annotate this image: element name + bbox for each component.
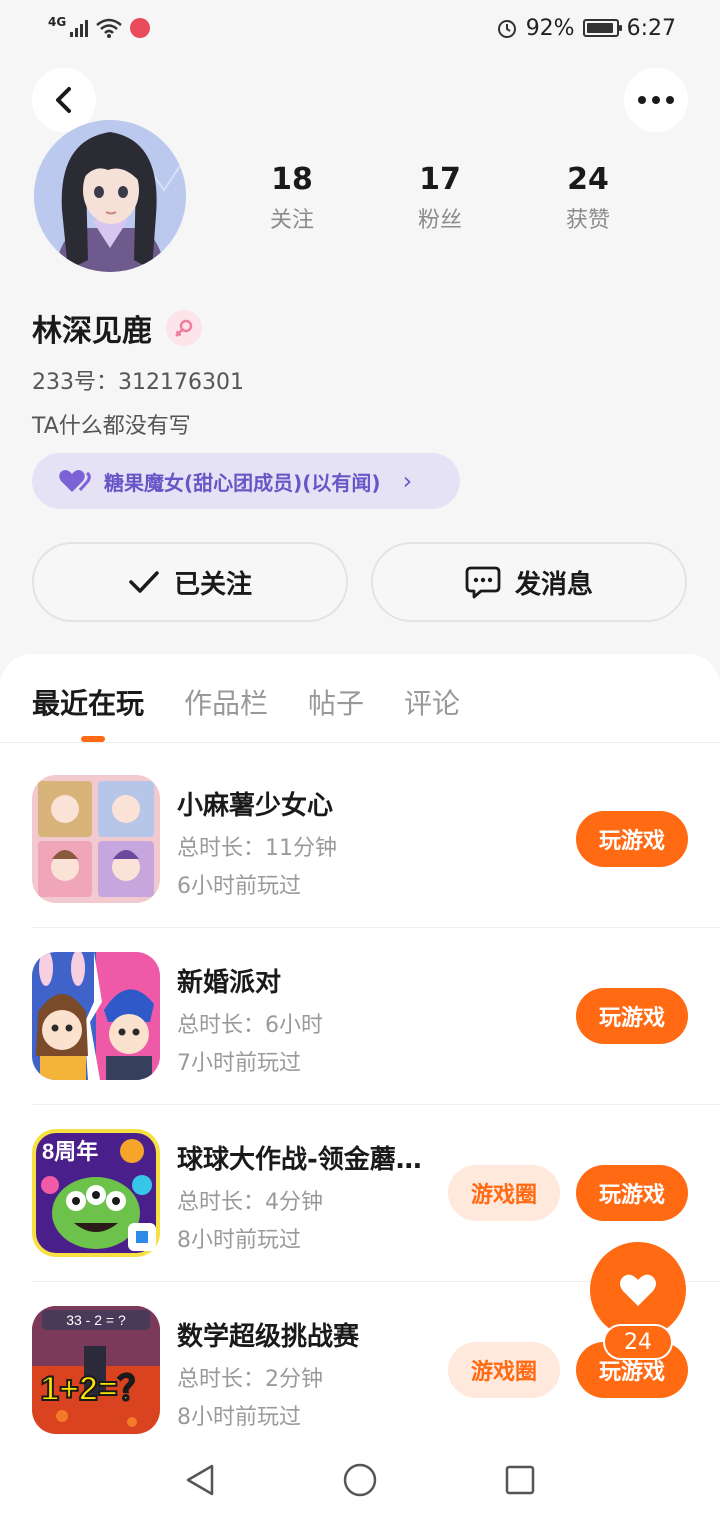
game-icon: 33 - 2 = ? 1+2=？ <box>32 1306 160 1434</box>
stat-value: 24 <box>567 162 609 197</box>
game-last-played: 6小时前玩过 <box>177 874 301 899</box>
triangle-back-icon <box>186 1464 214 1496</box>
back-button[interactable] <box>32 68 96 132</box>
game-icon <box>32 952 160 1080</box>
alarm-icon <box>497 20 516 38</box>
fan-badge-pill[interactable]: 糖果魔女(甜心团成员)(以有闻) › <box>32 453 460 509</box>
username: 林深见鹿 <box>32 314 152 349</box>
profile-tabs: 最近在玩 作品栏 帖子 评论 <box>32 682 460 722</box>
stat-label: 粉丝 <box>417 208 462 233</box>
game-last-played: 7小时前玩过 <box>177 1051 301 1076</box>
tab-works[interactable]: 作品栏 <box>184 682 268 722</box>
chevron-right-icon: › <box>402 467 413 495</box>
profile-stats: 18 关注 17 粉丝 24 获赞 <box>218 160 662 234</box>
game-icon: 8周年 <box>32 1129 160 1257</box>
avatar[interactable] <box>34 120 186 272</box>
list-item[interactable]: 小麻薯少女心 总时长：11分钟 6小时前玩过 玩游戏 <box>32 775 688 903</box>
heart-icon <box>620 1274 656 1306</box>
game-title: 球球大作战-领金蘑… <box>177 1145 422 1175</box>
status-left: 4G <box>48 15 151 38</box>
followed-label: 已关注 <box>173 569 252 600</box>
stat-label: 获赞 <box>565 208 610 233</box>
game-title: 数学超级挑战赛 <box>177 1322 360 1352</box>
game-circle-button[interactable]: 游戏圈 <box>448 1165 560 1221</box>
divider <box>32 1104 720 1105</box>
stat-likes[interactable]: 24 获赞 <box>514 160 662 234</box>
username-row: 林深见鹿 <box>32 306 202 350</box>
status-right: 92% 6:27 <box>496 16 676 41</box>
fan-badge-text: 糖果魔女(甜心团成员)(以有闻) <box>104 470 381 495</box>
stat-followers[interactable]: 17 粉丝 <box>366 160 514 234</box>
tab-comments[interactable]: 评论 <box>404 682 460 722</box>
game-last-played: 8小时前玩过 <box>177 1405 301 1430</box>
play-game-button[interactable]: 玩游戏 <box>576 811 688 867</box>
app-notification-icon <box>130 18 151 38</box>
game-title: 小麻薯少女心 <box>177 791 334 821</box>
battery-icon <box>582 19 622 37</box>
avatar-illustration <box>34 120 186 272</box>
message-label: 发消息 <box>514 569 593 600</box>
game-circle-button[interactable]: 游戏圈 <box>448 1342 560 1398</box>
tab-posts[interactable]: 帖子 <box>308 682 364 722</box>
more-icon <box>638 96 674 104</box>
game-icon-text: 8周年 <box>42 1139 98 1164</box>
double-heart-icon <box>59 470 91 492</box>
chat-bubble-icon <box>465 566 501 599</box>
stat-value: 17 <box>419 162 461 197</box>
tab-recently-played[interactable]: 最近在玩 <box>32 682 144 722</box>
more-button[interactable] <box>624 68 688 132</box>
game-icon-text-top: 33 - 2 = ? <box>66 1312 126 1328</box>
game-last-played: 8小时前玩过 <box>177 1228 301 1253</box>
like-count-badge: 24 <box>603 1324 673 1360</box>
stat-value: 18 <box>271 162 313 197</box>
stat-label: 关注 <box>269 208 314 233</box>
list-item[interactable]: 新婚派对 总时长：6小时 7小时前玩过 玩游戏 <box>32 952 688 1080</box>
play-game-button[interactable]: 玩游戏 <box>576 1165 688 1221</box>
game-duration: 总时长：6小时 <box>177 1013 323 1038</box>
followed-button[interactable]: 已关注 <box>32 542 348 622</box>
game-duration: 总时长：2分钟 <box>177 1367 323 1392</box>
divider <box>0 742 720 743</box>
game-icon-text-main: 1+2=？ <box>40 1370 152 1408</box>
chevron-left-icon <box>56 87 71 113</box>
circle-home-icon <box>343 1463 377 1497</box>
play-game-button[interactable]: 玩游戏 <box>576 988 688 1044</box>
stat-following[interactable]: 18 关注 <box>218 160 366 234</box>
nav-recents-button[interactable] <box>480 1450 560 1510</box>
nav-back-button[interactable] <box>160 1450 240 1510</box>
game-title: 新婚派对 <box>177 968 282 998</box>
message-button[interactable]: 发消息 <box>371 542 687 622</box>
signal-icon <box>70 19 89 37</box>
list-item[interactable]: 33 - 2 = ? 1+2=？ 数学超级挑战赛 总时长：2分钟 8小时前玩过 … <box>32 1306 688 1434</box>
network-type: 4G <box>48 15 67 29</box>
clock: 6:27 <box>626 15 676 41</box>
user-bio: TA什么都没有写 <box>32 414 191 439</box>
system-nav-bar <box>0 1440 720 1520</box>
game-icon <box>32 775 160 903</box>
user-id: 233号：312176301 <box>32 370 244 395</box>
game-duration: 总时长：11分钟 <box>177 836 337 861</box>
female-icon <box>166 310 202 346</box>
check-icon <box>129 571 159 593</box>
battery-percent: 92% <box>525 15 575 41</box>
nav-home-button[interactable] <box>320 1450 400 1510</box>
game-duration: 总时长：4分钟 <box>177 1190 323 1215</box>
status-bar: 4G 92% 6:27 <box>0 0 720 56</box>
square-recents-icon <box>505 1465 535 1495</box>
list-item[interactable]: 8周年 球球大作战-领金蘑… 总时长：4分钟 8小时前玩过 游戏圈 玩游戏 <box>32 1129 688 1257</box>
divider <box>32 927 720 928</box>
wifi-icon <box>96 18 123 38</box>
